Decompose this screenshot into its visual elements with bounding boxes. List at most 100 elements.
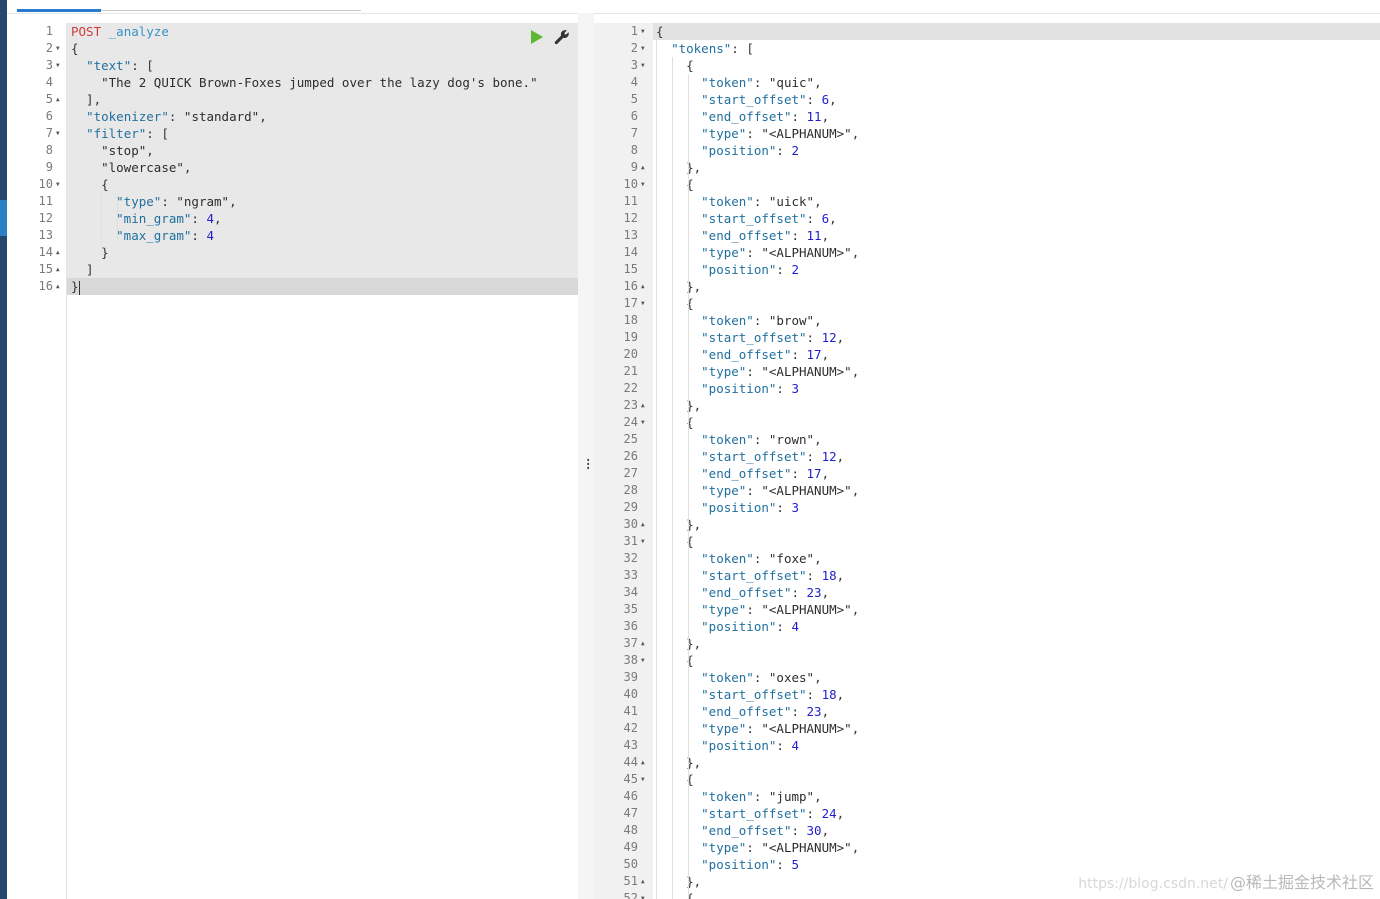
fold-expand-icon[interactable]: ▲ (641, 873, 645, 890)
fold-expand-icon[interactable]: ▲ (641, 397, 645, 414)
response-code-line[interactable]: { (656, 414, 859, 431)
request-code-line[interactable]: { (71, 40, 538, 57)
response-code-line[interactable]: { (656, 176, 859, 193)
fold-collapse-icon[interactable]: ▼ (641, 23, 645, 40)
response-code-line[interactable]: }, (656, 159, 859, 176)
response-code-line[interactable]: { (656, 771, 859, 788)
request-editor[interactable]: 1 2 ▼ 3 ▼ 4 5 ▲ 6 7 ▼ 8 9 10 ▼ 11 12 13 14 ▲ 15 ▲ 16 ▲ POST _an… (17, 23, 578, 899)
fold-collapse-icon[interactable]: ▼ (56, 176, 60, 193)
fold-expand-icon[interactable]: ▲ (641, 159, 645, 176)
response-code-line[interactable]: "end_offset": 11, (656, 227, 859, 244)
response-code-line[interactable]: "start_offset": 6, (656, 210, 859, 227)
request-code-line[interactable]: "stop", (71, 142, 538, 159)
response-code-line[interactable]: }, (656, 635, 859, 652)
response-code-line[interactable]: "token": "foxe", (656, 550, 859, 567)
request-code-line[interactable]: "The 2 QUICK Brown-Foxes jumped over the… (71, 74, 538, 91)
response-code-line[interactable]: "type": "<ALPHANUM>", (656, 720, 859, 737)
play-icon[interactable] (530, 29, 544, 45)
response-code-line[interactable]: "type": "<ALPHANUM>", (656, 125, 859, 142)
response-code-line[interactable]: "position": 3 (656, 499, 859, 516)
request-code-line[interactable]: "lowercase", (71, 159, 538, 176)
response-code-line[interactable]: "type": "<ALPHANUM>", (656, 244, 859, 261)
fold-expand-icon[interactable]: ▲ (641, 754, 645, 771)
response-code-line[interactable]: }, (656, 397, 859, 414)
response-code-line[interactable]: "token": "uick", (656, 193, 859, 210)
response-code-line[interactable]: "type": "<ALPHANUM>", (656, 601, 859, 618)
fold-collapse-icon[interactable]: ▼ (641, 771, 645, 788)
response-code-line[interactable]: "token": "oxes", (656, 669, 859, 686)
request-code-line[interactable]: "min_gram": 4, (71, 210, 538, 227)
response-code-line[interactable]: "start_offset": 12, (656, 329, 859, 346)
response-code-line[interactable]: { (656, 652, 859, 669)
fold-collapse-icon[interactable]: ▼ (56, 40, 60, 57)
response-code-line[interactable]: "start_offset": 18, (656, 567, 859, 584)
response-code-line[interactable]: { (656, 533, 859, 550)
request-code-line[interactable]: } (71, 244, 538, 261)
response-code-line[interactable]: "end_offset": 30, (656, 822, 859, 839)
response-code[interactable]: { "tokens": [ { "token": "quic", "start_… (656, 23, 859, 899)
fold-expand-icon[interactable]: ▲ (641, 278, 645, 295)
response-code-line[interactable]: "token": "rown", (656, 431, 859, 448)
fold-expand-icon[interactable]: ▲ (56, 244, 60, 261)
wrench-icon[interactable] (554, 29, 570, 45)
response-code-line[interactable]: "start_offset": 18, (656, 686, 859, 703)
request-code-line[interactable]: "filter": [ (71, 125, 538, 142)
response-code-line[interactable]: "token": "jump", (656, 788, 859, 805)
splitter-handle-icon[interactable]: · · · (584, 454, 592, 476)
fold-expand-icon[interactable]: ▲ (56, 278, 60, 295)
fold-collapse-icon[interactable]: ▼ (641, 176, 645, 193)
fold-collapse-icon[interactable]: ▼ (641, 652, 645, 669)
response-code-line[interactable]: "end_offset": 17, (656, 346, 859, 363)
response-code-line[interactable]: "end_offset": 17, (656, 465, 859, 482)
fold-collapse-icon[interactable]: ▼ (641, 414, 645, 431)
request-code-line[interactable]: ] (71, 261, 538, 278)
response-code-line[interactable]: "position": 2 (656, 261, 859, 278)
response-code-line[interactable]: { (656, 890, 859, 899)
response-code-line[interactable]: "position": 3 (656, 380, 859, 397)
response-code-line[interactable]: "type": "<ALPHANUM>", (656, 363, 859, 380)
response-code-line[interactable]: "position": 4 (656, 618, 859, 635)
request-code-line[interactable]: "tokenizer": "standard", (71, 108, 538, 125)
response-code-line[interactable]: "end_offset": 23, (656, 703, 859, 720)
fold-collapse-icon[interactable]: ▼ (641, 57, 645, 74)
fold-expand-icon[interactable]: ▲ (641, 635, 645, 652)
request-code-line[interactable]: { (71, 176, 538, 193)
response-code-line[interactable]: "token": "brow", (656, 312, 859, 329)
fold-collapse-icon[interactable]: ▼ (641, 295, 645, 312)
response-code-line[interactable]: "start_offset": 12, (656, 448, 859, 465)
response-code-line[interactable]: "start_offset": 6, (656, 91, 859, 108)
response-code-line[interactable]: "tokens": [ (656, 40, 859, 57)
request-code-line[interactable]: "text": [ (71, 57, 538, 74)
request-line-method[interactable]: POST _analyze (71, 23, 538, 40)
request-code[interactable]: POST _analyze { "text": [ "The 2 QUICK B… (71, 23, 538, 295)
response-code-line[interactable]: "type": "<ALPHANUM>", (656, 839, 859, 856)
request-code-line[interactable]: ], (71, 91, 538, 108)
fold-expand-icon[interactable]: ▲ (56, 91, 60, 108)
pane-splitter[interactable]: · · · (578, 13, 594, 899)
response-code-line[interactable]: "start_offset": 24, (656, 805, 859, 822)
response-code-line[interactable]: "type": "<ALPHANUM>", (656, 482, 859, 499)
fold-collapse-icon[interactable]: ▼ (641, 890, 645, 899)
request-code-line[interactable]: "max_gram": 4 (71, 227, 538, 244)
request-code-line[interactable]: "type": "ngram", (71, 193, 538, 210)
fold-expand-icon[interactable]: ▲ (56, 261, 60, 278)
fold-collapse-icon[interactable]: ▼ (56, 57, 60, 74)
fold-expand-icon[interactable]: ▲ (641, 516, 645, 533)
response-code-line[interactable]: "position": 4 (656, 737, 859, 754)
fold-collapse-icon[interactable]: ▼ (641, 533, 645, 550)
response-code-line[interactable]: { (656, 57, 859, 74)
response-code-line[interactable]: "position": 5 (656, 856, 859, 873)
response-code-line[interactable]: { (656, 23, 859, 40)
response-code-line[interactable]: }, (656, 516, 859, 533)
response-code-line[interactable]: "token": "quic", (656, 74, 859, 91)
response-code-line[interactable]: }, (656, 278, 859, 295)
response-code-line[interactable]: { (656, 295, 859, 312)
fold-collapse-icon[interactable]: ▼ (641, 40, 645, 57)
response-viewer[interactable]: 1 ▼ 2 ▼ 3 ▼ 4 5 6 7 8 9 ▲ 10 ▼ 11 12 13 14 15 16 ▲ 17 ▼ 18 19 20 21… (594, 23, 1380, 899)
response-code-line[interactable]: "position": 2 (656, 142, 859, 159)
response-code-line[interactable]: "end_offset": 11, (656, 108, 859, 125)
active-tab-indicator[interactable] (17, 9, 101, 12)
request-code-line[interactable]: } (71, 278, 538, 295)
fold-collapse-icon[interactable]: ▼ (56, 125, 60, 142)
response-code-line[interactable]: "end_offset": 23, (656, 584, 859, 601)
